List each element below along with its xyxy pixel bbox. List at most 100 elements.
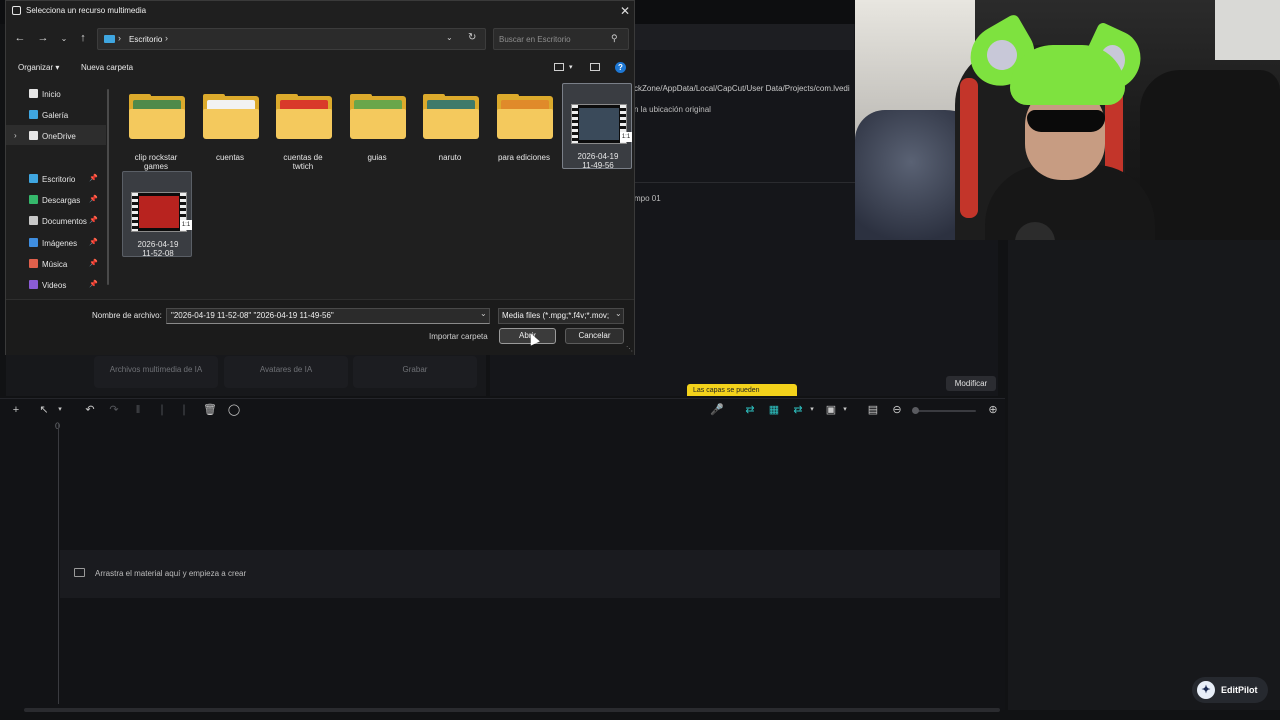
editpilot-button[interactable]: ✦ EditPilot	[1192, 677, 1268, 703]
ai-avatars-tile[interactable]: Avatares de IA	[224, 356, 348, 388]
sidebar-item-onedrive[interactable]: › OneDrive	[6, 125, 106, 145]
editpilot-label: EditPilot	[1221, 685, 1258, 695]
timeline-settings-icon[interactable]: ▤	[866, 403, 880, 417]
sidebar-item-descargas[interactable]: Descargas 📌	[6, 189, 106, 209]
folder-item[interactable]: clip rockstar games	[121, 85, 191, 171]
file-name: clip rockstar games	[121, 153, 191, 171]
onedrive-icon	[29, 131, 38, 140]
preview-pane-icon[interactable]	[590, 63, 600, 71]
cancel-button[interactable]: Cancelar	[565, 328, 624, 344]
recent-locations-chevron-icon[interactable]: ⌄	[57, 34, 71, 43]
search-input[interactable]: Buscar en Escritorio ⚲	[493, 28, 629, 50]
microphone-icon[interactable]: 🎤	[710, 403, 724, 417]
trim-right-icon[interactable]: ∣	[177, 403, 191, 417]
timeline-scrollbar[interactable]	[24, 708, 1000, 712]
address-dropdown-icon[interactable]: ⌄	[446, 33, 453, 42]
view-mode-icon[interactable]	[554, 63, 564, 71]
file-name: cuentas de twtich	[268, 153, 338, 171]
trim-left-icon[interactable]: ∣	[155, 403, 169, 417]
properties-panel	[1008, 240, 1280, 710]
drop-hint-text: Arrastra el material aquí y empieza a cr…	[95, 569, 247, 578]
file-name-line: clip rockstar	[134, 153, 178, 162]
preview-chevron-down-icon[interactable]: ▾	[838, 403, 852, 417]
add-icon[interactable]: +	[9, 403, 23, 417]
new-folder-button[interactable]: Nueva carpeta	[81, 63, 133, 72]
file-name-line: 2026-04-19	[577, 152, 619, 161]
folder-item[interactable]: cuentas de twtich	[268, 85, 338, 171]
search-icon[interactable]: ⚲	[611, 33, 618, 44]
filename-input[interactable]: "2026-04-19 11-52-08" "2026-04-19 11-49-…	[166, 308, 490, 324]
folder-item[interactable]: naruto	[415, 85, 485, 171]
file-name-line: 2026-04-19	[137, 240, 179, 249]
resize-grip-icon[interactable]: ⋱	[626, 345, 633, 353]
desktop-icon	[29, 174, 38, 183]
sidebar-item-documentos[interactable]: Documentos 📌	[6, 210, 106, 230]
file-list[interactable]: clip rockstar games cuentas cuentas de twt…	[118, 81, 634, 297]
modify-button[interactable]: Modificar	[946, 376, 996, 391]
ai-media-tile[interactable]: Archivos multimedia de IA	[94, 356, 218, 388]
navigation-bar: ← → ⌄ ↑ › Escritorio › ⌄ ↻ Buscar en Esc…	[6, 27, 634, 51]
sidebar-item-inicio[interactable]: Inicio	[6, 83, 106, 103]
redo-icon[interactable]: ↷	[107, 403, 121, 417]
linkage-icon[interactable]: ⇄	[791, 403, 805, 417]
folder-item[interactable]: cuentas	[195, 85, 265, 171]
import-folder-button[interactable]: Importar carpeta	[429, 332, 488, 341]
close-icon[interactable]: ✕	[618, 4, 632, 18]
sidebar-item-musica[interactable]: Música 📌	[6, 253, 106, 273]
folder-icon	[497, 109, 553, 139]
breadcrumb-location[interactable]: Escritorio	[129, 35, 162, 44]
folder-item[interactable]: para ediciones	[489, 85, 559, 171]
file-type-select[interactable]: Media files (*.mpg;*.f4v;*.mov;	[498, 308, 624, 324]
organize-menu[interactable]: Organizar ▾	[18, 63, 59, 72]
back-icon[interactable]: ←	[13, 32, 27, 44]
folder-item[interactable]: guias	[342, 85, 412, 171]
zoom-slider-knob[interactable]	[912, 407, 919, 414]
ai-avatars-label: Avatares de IA	[259, 365, 313, 374]
pin-icon: 📌	[89, 217, 98, 224]
breadcrumb-chevron-icon[interactable]: ›	[165, 33, 168, 43]
delete-icon[interactable]: 🗑	[203, 403, 217, 417]
sidebar-scrollbar[interactable]	[107, 89, 109, 285]
undo-icon[interactable]: ↶	[83, 403, 97, 417]
folder-icon	[203, 109, 259, 139]
linkage-chevron-down-icon[interactable]: ▾	[805, 403, 819, 417]
zoom-slider-track[interactable]	[914, 410, 976, 412]
help-icon[interactable]: ?	[615, 62, 626, 73]
sidebar-item-imagenes[interactable]: Imágenes 📌	[6, 232, 106, 252]
file-type-chevron-icon[interactable]: ⌄	[615, 309, 622, 318]
main-track-magnet-icon[interactable]: ⇄	[743, 403, 757, 417]
film-strip-icon	[572, 105, 578, 143]
sidebar-item-label: Escritorio	[42, 175, 76, 184]
breadcrumb-chevron-icon[interactable]: ›	[118, 33, 121, 43]
download-icon	[29, 195, 38, 204]
zoom-in-icon[interactable]: ⊕	[986, 403, 1000, 417]
sidebar-item-escritorio[interactable]: Escritorio 📌	[6, 168, 106, 188]
video-thumbnail: 1:1	[131, 192, 192, 232]
chevron-down-icon[interactable]: ▾	[53, 403, 67, 417]
shield-icon[interactable]: ◯	[227, 403, 241, 417]
dialog-titlebar[interactable]: Selecciona un recurso multimedia ✕	[6, 1, 634, 21]
folder-icon	[350, 109, 406, 139]
video-file-item[interactable]: 1:1 2026-04-19 11-52-08	[122, 171, 192, 258]
zoom-out-icon[interactable]: ⊖	[890, 403, 904, 417]
expand-chevron-icon[interactable]: ›	[14, 131, 17, 140]
select-tool-icon[interactable]: ↖	[37, 403, 51, 417]
refresh-icon[interactable]: ↻	[468, 32, 476, 43]
address-bar[interactable]: › Escritorio › ⌄ ↻	[97, 28, 486, 50]
home-icon	[29, 89, 38, 98]
sidebar-item-videos[interactable]: Videos 📌	[6, 274, 106, 294]
auto-snap-icon[interactable]: ▦	[767, 403, 781, 417]
timeline-playhead[interactable]	[58, 424, 59, 704]
preview-axis-icon[interactable]: ▣	[824, 403, 838, 417]
filename-dropdown-icon[interactable]: ⌄	[480, 309, 487, 318]
file-name: 2026-04-19 11-49-56	[563, 152, 633, 170]
video-file-item[interactable]: 1:1 2026-04-19 11-49-56	[562, 83, 633, 170]
forward-icon[interactable]: →	[36, 32, 50, 44]
split-icon[interactable]: ‖	[131, 403, 145, 417]
sidebar-item-galeria[interactable]: Galería	[6, 104, 106, 124]
up-icon[interactable]: ↑	[76, 32, 90, 44]
folder-icon	[129, 109, 185, 139]
view-chevron-down-icon[interactable]: ▾	[569, 63, 573, 71]
record-tile[interactable]: Grabar	[353, 356, 477, 388]
film-icon	[74, 568, 85, 577]
